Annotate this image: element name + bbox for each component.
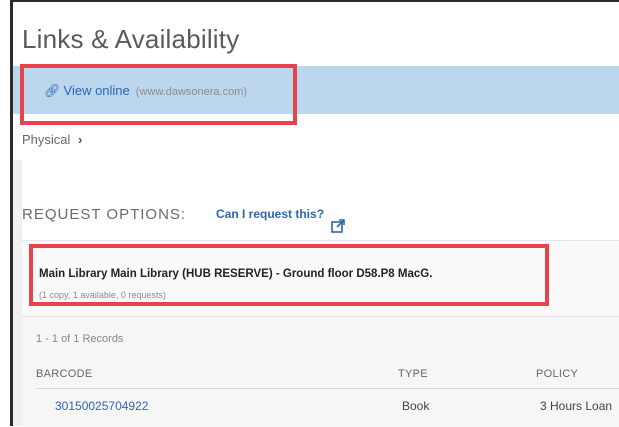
can-i-request-link[interactable]: Can I request this? — [216, 207, 324, 221]
policy-cell: 3 Hours Loan — [540, 399, 613, 413]
left-gutter — [13, 160, 22, 426]
annotation-highlight-online — [20, 64, 297, 125]
records-count: 1 - 1 of 1 Records — [36, 333, 124, 345]
barcode-cell[interactable]: 30150025704922 — [55, 399, 148, 413]
physical-label: Physical — [22, 132, 71, 147]
section-title: Links & Availability — [22, 24, 240, 54]
external-link-icon[interactable] — [331, 219, 345, 233]
physical-toggle[interactable]: Physical › — [22, 132, 82, 147]
annotation-highlight-holding — [29, 244, 549, 306]
column-header-policy: POLICY — [536, 368, 579, 380]
header-divider — [36, 388, 619, 389]
column-header-type: TYPE — [398, 368, 428, 380]
chevron-right-icon: › — [78, 132, 83, 147]
top-border — [10, 0, 619, 2]
column-header-barcode: BARCODE — [36, 368, 93, 380]
type-cell: Book — [402, 399, 430, 413]
request-options-label: REQUEST OPTIONS: — [22, 206, 187, 223]
